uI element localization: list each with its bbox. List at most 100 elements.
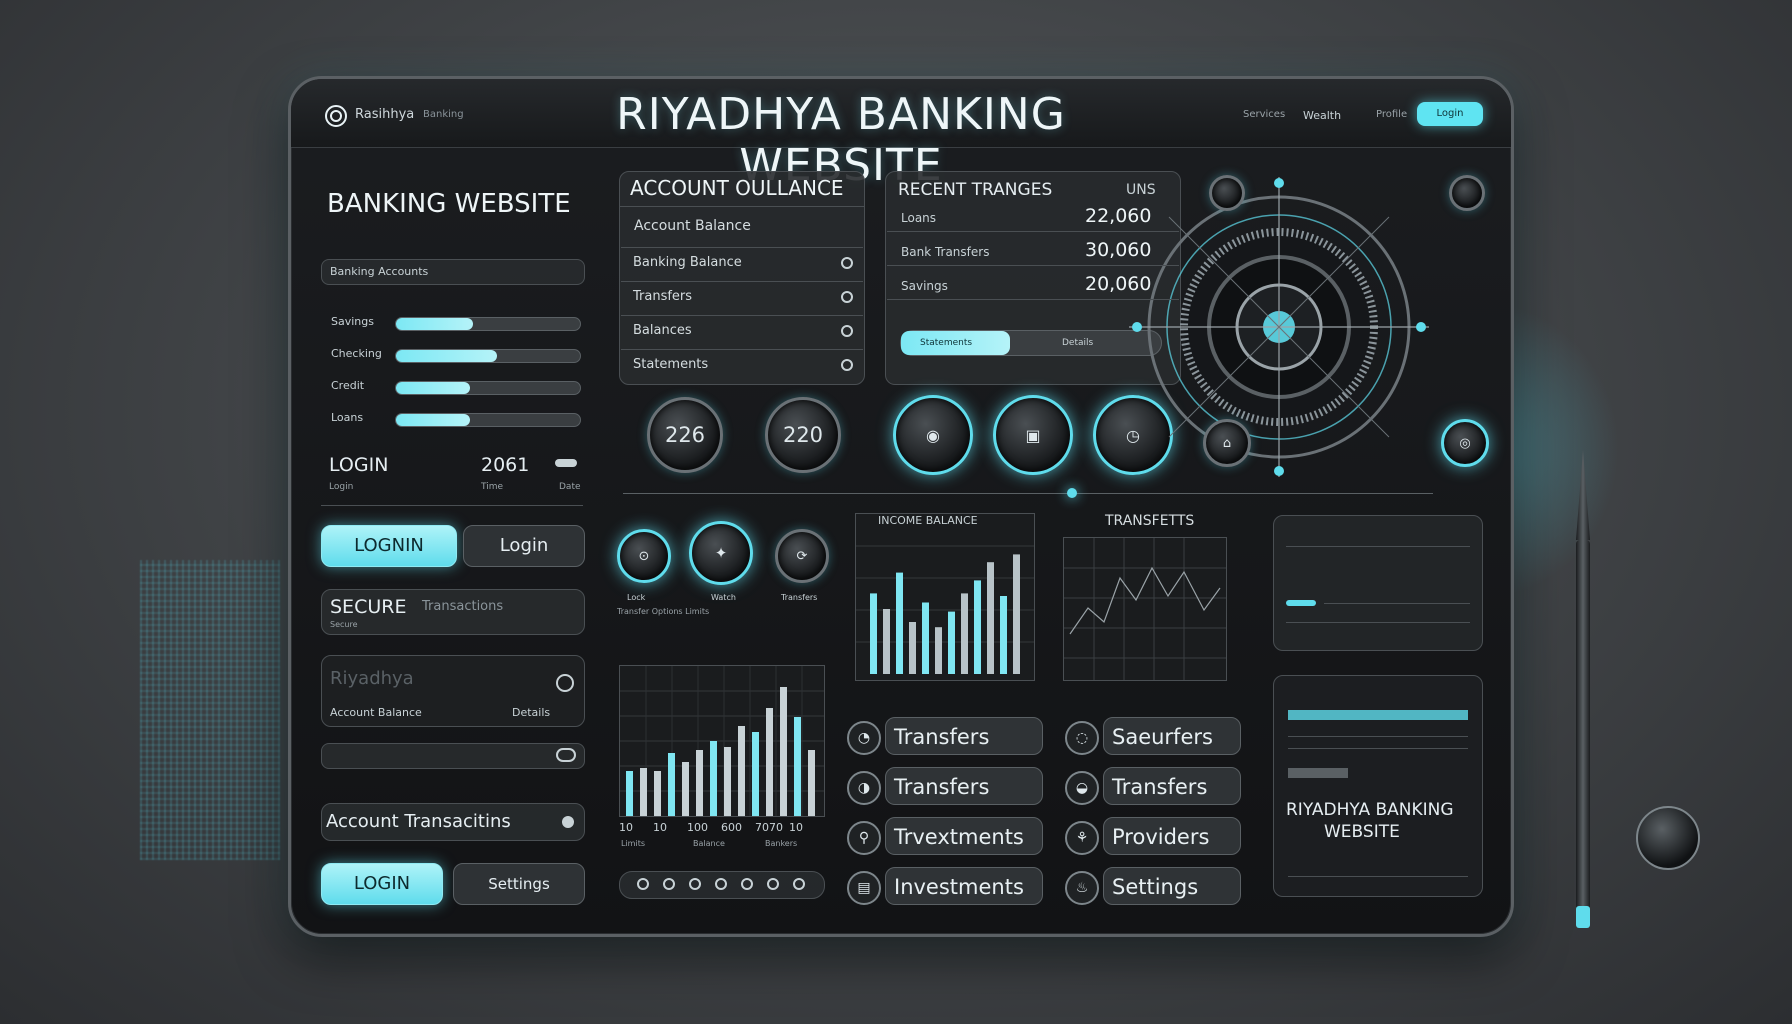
home-icon[interactable]: ⌂ [1203,419,1251,467]
secure-transactions-card[interactable]: SECURE Transactions Secure [321,589,585,635]
promo-title: RIYADHYA BANKING [1286,800,1454,820]
income-bar [974,580,981,674]
menu-left-item-2[interactable]: Trvextments [885,817,1043,855]
radar-corner-icon-tr[interactable] [1449,175,1485,211]
menu-left-icon-3[interactable]: ▤ [847,871,881,905]
menu-right-item-1[interactable]: Transfers [1103,767,1241,805]
wallet-dial-icon[interactable]: ▣ [993,395,1073,475]
mini-label-2: Watch [711,593,736,602]
menu-right-item-3[interactable]: Settings [1103,867,1241,905]
statements-right-label: Details [1062,338,1094,348]
pager-dot-icon[interactable] [741,878,753,890]
menu-left-item-3[interactable]: Investments [885,867,1043,905]
search-toggle-icon[interactable] [556,748,576,762]
login-secondary-button[interactable]: Login [463,525,585,567]
account-balance-row[interactable]: Statements [633,357,708,372]
row-toggle-icon[interactable] [841,257,853,269]
progress-track[interactable] [395,349,581,363]
nav-item-profile[interactable]: Profile [1376,109,1407,120]
brand-name[interactable]: Rasihhya [355,107,414,122]
menu-left-icon-1[interactable]: ◑ [847,771,881,805]
income-bar [987,562,994,674]
account-balance-card[interactable]: Riyadhya Account Balance Details [321,655,585,727]
main-chart-bar [766,708,773,816]
security-radar [1109,157,1449,497]
transfer-row-value: 22,060 [1085,205,1152,227]
bottom-login-button[interactable]: LOGIN [321,863,443,905]
menu-right-icon-2[interactable]: ⚘ [1065,821,1099,855]
section-divider [623,493,1433,494]
balance-search-bar[interactable] [321,743,585,769]
transfer-row-label: Savings [901,279,948,293]
brand-logo-icon[interactable] [325,105,347,127]
mini-label-1: Lock [627,593,646,602]
account-balance-row[interactable]: Balances [633,323,692,338]
chevron-icon [562,816,574,828]
dial-1[interactable]: 226 [647,397,723,473]
income-bar [1000,596,1007,674]
menu-left-icon-2[interactable]: ⚲ [847,821,881,855]
row-toggle-icon[interactable] [841,291,853,303]
menu-left-icon-0[interactable]: ◔ [847,721,881,755]
lock-icon[interactable]: ⊙ [617,529,671,583]
income-bar [883,609,890,674]
account-balance-row[interactable]: Banking Balance [633,255,742,270]
account-transactions-row[interactable]: Account Transacitins [321,803,585,841]
menu-left-item-1[interactable]: Transfers [885,767,1043,805]
main-chart-bar [780,687,787,816]
progress-fill [396,318,474,330]
card-title: Riyadhya [330,668,414,689]
radar-corner-icon-tl[interactable] [1209,175,1245,211]
menu-right-item-0[interactable]: Saeurfers [1103,717,1241,755]
lock-dial-icon[interactable]: ◉ [893,395,973,475]
pager-dot-icon[interactable] [793,878,805,890]
menu-right-icon-0[interactable]: ◌ [1065,721,1099,755]
nav-item-services[interactable]: Services [1243,109,1285,120]
progress-track[interactable] [395,381,581,395]
progress-track[interactable] [395,413,581,427]
settings-button[interactable]: Settings [453,863,585,905]
progress-label: Savings [331,315,374,328]
progress-fill [396,414,470,426]
menu-right-icon-1[interactable]: ◒ [1065,771,1099,805]
sidebar-heading: BANKING WEBSITE [327,189,571,219]
menu-left-item-0[interactable]: Transfers [885,717,1043,755]
pager-dot-icon[interactable] [663,878,675,890]
progress-fill [396,350,498,362]
row-toggle-icon[interactable] [841,359,853,371]
menu-right-icon-3[interactable]: ♨ [1065,871,1099,905]
settings-icon[interactable]: ◎ [1441,419,1489,467]
login-sub-mid: Time [481,482,504,492]
compass-icon[interactable]: ✦ [689,521,753,585]
dial-2[interactable]: 220 [765,397,841,473]
transfer-icon[interactable]: ⟳ [775,529,829,583]
dial-puck [1636,806,1700,870]
login-primary-button[interactable]: LOGNIN [321,525,457,567]
transfer-row-value: 20,060 [1085,273,1152,295]
pager-dot-icon[interactable] [637,878,649,890]
summary-card[interactable] [1273,515,1483,651]
main-chart-bar [794,717,801,816]
header-login-button[interactable]: Login [1417,102,1483,126]
progress-track[interactable] [395,317,581,331]
login-sub-left: Login [329,482,354,492]
income-chart-svg [856,545,1034,674]
menu-right-item-2[interactable]: Providers [1103,817,1241,855]
transfer-row-label: Loans [901,211,937,225]
dial-2-value: 220 [782,423,824,447]
secure-label: SECURE [330,596,407,618]
login-toggle-icon[interactable] [555,459,577,467]
card-action-icon[interactable] [556,674,574,692]
pager-dot-icon[interactable] [715,878,727,890]
divider [321,505,583,506]
main-chart-bar [668,753,675,816]
promo-card[interactable]: RIYADHYA BANKING WEBSITE [1273,675,1483,897]
pager-dot-icon[interactable] [689,878,701,890]
account-balance-row[interactable]: Transfers [633,289,692,304]
pager-dot-icon[interactable] [767,878,779,890]
accounts-header[interactable]: Banking Accounts [321,259,585,285]
row-toggle-icon[interactable] [841,325,853,337]
nav-item-wealth[interactable]: Wealth [1303,109,1341,122]
login-label: LOGIN [329,454,389,476]
stylus-pen [1576,450,1590,928]
